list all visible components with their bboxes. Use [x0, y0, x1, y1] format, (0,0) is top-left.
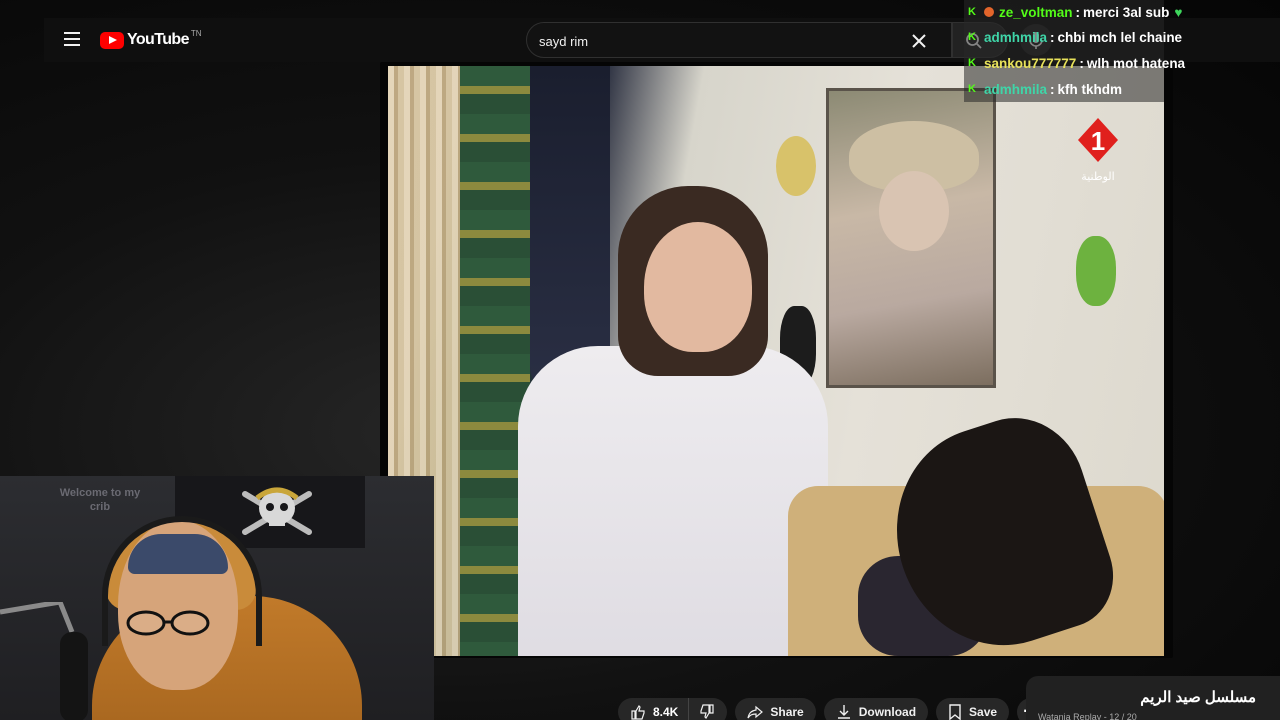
bookmark-icon: [949, 704, 961, 720]
chat-username[interactable]: sankou777777: [984, 56, 1076, 71]
chat-message: Kadmhmila: kfh tkhdm: [968, 81, 1123, 97]
chat-message: Kadmhmila: chbi mch lel chaine: [968, 29, 1183, 45]
share-icon: [747, 705, 764, 719]
like-dislike-group: 8.4K: [618, 698, 728, 720]
channel-number: 1: [1091, 126, 1105, 156]
logo-region: TN: [190, 28, 202, 38]
playlist-title: مسلسل صيد الريم: [1140, 689, 1256, 706]
download-label: Download: [858, 705, 917, 719]
like-count: 8.4K: [653, 705, 679, 719]
actress: [448, 126, 828, 656]
playlist-position: 12 / 20: [1109, 712, 1137, 720]
video-actions: 8.4K Share Download Save ···: [618, 698, 1046, 720]
wall-poster: [826, 88, 996, 388]
subscriber-badge-icon: [984, 7, 994, 17]
youtube-logo[interactable]: YouTube TN: [100, 28, 202, 50]
chat-text: chbi mch lel chaine: [1057, 29, 1183, 45]
close-icon[interactable]: [909, 31, 929, 51]
chat-message: Kze_voltman: merci 3al sub ♥: [968, 4, 1183, 20]
skull-icon: [242, 487, 312, 535]
chat-text: kfh tkhdm: [1057, 81, 1123, 97]
webcam-overlay: Welcome to my crib: [0, 476, 434, 720]
chat-text: merci 3al sub: [1083, 4, 1170, 20]
plush-toy: [1076, 236, 1116, 306]
wall-sign: Welcome to my crib: [59, 487, 141, 513]
chat-username[interactable]: admhmila: [984, 82, 1047, 97]
video-frame: 1 الوطنية: [388, 66, 1164, 656]
playlist-meta: Watania Replay - 12 / 20: [1038, 712, 1137, 720]
playlist-channel: Watania Replay: [1038, 712, 1102, 720]
search-box: [526, 22, 952, 58]
menu-icon[interactable]: [64, 32, 80, 46]
channel-name: الوطنية: [1081, 170, 1114, 183]
chat-message: Ksankou777777: wlh mot hatena: [968, 55, 1186, 71]
heart-icon: ♥: [1174, 4, 1183, 20]
channel-watermark: 1 الوطنية: [1078, 118, 1118, 183]
plush-toy: [776, 136, 816, 196]
chat-text: wlh mot hatena: [1086, 55, 1186, 71]
kick-badge-icon: K: [968, 6, 976, 18]
youtube-play-icon: [100, 31, 124, 49]
chat-username[interactable]: admhmila: [984, 30, 1047, 45]
dislike-button[interactable]: [689, 698, 727, 720]
chat-overlay: Kze_voltman: merci 3al sub ♥ Kadmhmila: chbi…: [964, 0, 1185, 102]
save-label: Save: [969, 705, 998, 719]
download-icon: [837, 705, 850, 719]
share-label: Share: [770, 705, 804, 719]
chat-username[interactable]: ze_voltman: [999, 5, 1073, 20]
microphone-arm: [0, 602, 88, 720]
logo-text: YouTube: [127, 31, 189, 48]
like-button[interactable]: 8.4K: [618, 698, 690, 720]
kick-badge-icon: K: [968, 57, 976, 69]
playlist-panel[interactable]: مسلسل صيد الريم Watania Replay - 12 / 20: [1026, 676, 1280, 720]
search-input[interactable]: [539, 31, 899, 51]
kick-badge-icon: K: [968, 83, 976, 95]
thumbs-down-icon: [700, 704, 714, 719]
kick-badge-icon: K: [968, 31, 976, 43]
video-player[interactable]: 1 الوطنية: [380, 62, 1173, 658]
download-button[interactable]: Download: [823, 698, 929, 720]
thumbs-up-icon: [631, 705, 645, 720]
actress-2: [838, 400, 1164, 656]
save-button[interactable]: Save: [936, 698, 1010, 720]
share-button[interactable]: Share: [735, 698, 816, 720]
